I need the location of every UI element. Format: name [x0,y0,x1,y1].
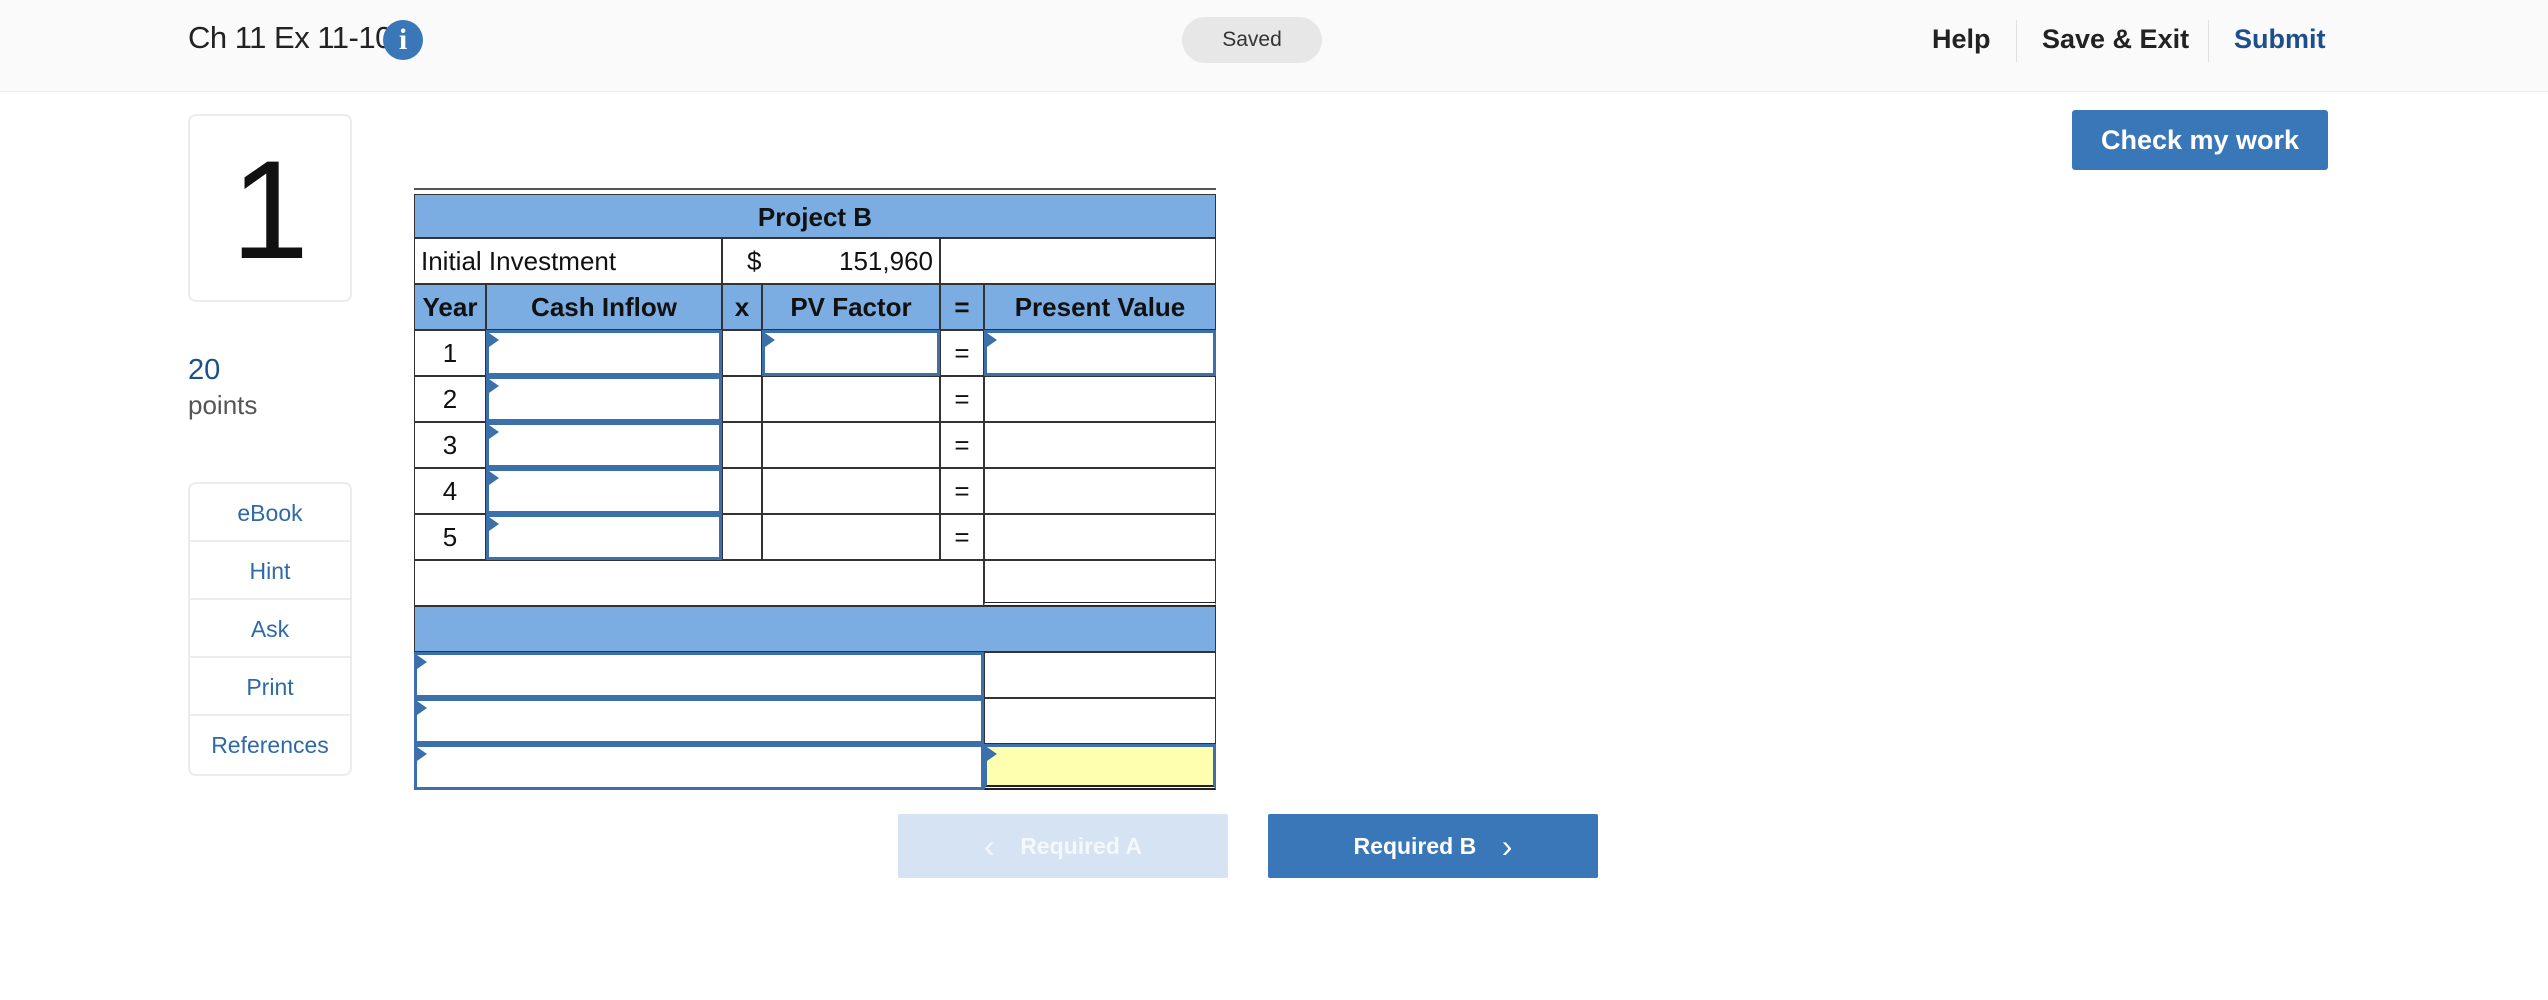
present-value-cell [984,422,1216,468]
present-value-cell [984,376,1216,422]
cash-inflow-input[interactable] [486,422,722,468]
save-exit-link[interactable]: Save & Exit [2042,24,2189,55]
input-marker-icon [489,379,499,393]
present-value-input[interactable] [984,330,1216,376]
pv-factor-cell [762,422,940,468]
required-b-label: Required B [1353,833,1477,859]
col-header-present-value: Present Value [984,284,1216,330]
summary-label-input[interactable] [414,652,984,698]
net-present-value-label-input[interactable] [414,744,984,790]
year-cell: 1 [414,330,486,376]
pv-factor-cell [762,376,940,422]
empty-cell [722,330,762,376]
tool-links: eBook Hint Ask Print References [188,482,352,776]
question-number: 1 [188,114,352,302]
total-present-value-cell [984,560,1216,606]
initial-investment-value: 151,960 [839,246,933,276]
cash-inflow-input[interactable] [486,514,722,560]
input-marker-icon [489,333,499,347]
chevron-right-icon: › [1501,828,1513,864]
ebook-link[interactable]: eBook [190,484,350,542]
summary-label-input[interactable] [414,698,984,744]
assignment-title: Ch 11 Ex 11-10 [188,20,392,55]
references-link[interactable]: References [190,716,350,774]
summary-value-cell [984,652,1216,698]
year-cell: 4 [414,468,486,514]
empty-cell [722,514,762,560]
cash-inflow-input[interactable] [486,330,722,376]
empty-cell [940,238,1216,284]
empty-cell [722,376,762,422]
pv-factor-cell [762,468,940,514]
col-header-pv-factor: PV Factor [762,284,940,330]
required-a-label: Required A [1020,833,1143,859]
present-value-cell [984,468,1216,514]
equals-cell: = [940,330,984,376]
col-header-times: x [722,284,762,330]
input-marker-icon [489,425,499,439]
input-marker-icon [417,655,427,669]
col-header-cash-inflow: Cash Inflow [486,284,722,330]
points-label: points [188,390,258,420]
table-title: Project B [414,194,1216,238]
cash-inflow-input[interactable] [486,376,722,422]
total-label-cell [414,560,984,606]
info-icon[interactable]: i [383,20,423,60]
ask-link[interactable]: Ask [190,600,350,658]
submit-link[interactable]: Submit [2234,24,2326,55]
currency-symbol: $ [747,246,762,276]
section-header [414,606,1216,652]
equals-cell: = [940,376,984,422]
input-marker-icon [489,471,499,485]
pv-factor-cell [762,514,940,560]
hint-link[interactable]: Hint [190,542,350,600]
input-marker-icon [765,333,775,347]
year-cell: 3 [414,422,486,468]
header-divider [2016,20,2017,62]
input-marker-icon [489,517,499,531]
input-marker-icon [417,747,427,761]
help-link[interactable]: Help [1932,24,1991,55]
year-cell: 2 [414,376,486,422]
top-bar: Ch 11 Ex 11-10 i Saved Help Save & Exit … [0,0,2548,92]
equals-cell: = [940,422,984,468]
required-b-button[interactable]: Required B › [1268,814,1598,878]
col-header-equals: = [940,284,984,330]
required-a-button[interactable]: ‹ Required A [898,814,1228,878]
saved-status-badge: Saved [1182,17,1322,63]
input-marker-icon [987,333,997,347]
summary-value-cell [984,698,1216,744]
initial-investment-cell: $ 151,960 [722,238,940,284]
equals-cell: = [940,468,984,514]
check-my-work-button[interactable]: Check my work [2072,110,2328,170]
initial-investment-label: Initial Investment [414,238,722,284]
empty-cell [722,422,762,468]
year-cell: 5 [414,514,486,560]
input-marker-icon [987,747,997,761]
equals-cell: = [940,514,984,560]
header-divider [2208,20,2209,62]
pv-factor-input[interactable] [762,330,940,376]
col-header-year: Year [414,284,486,330]
empty-cell [722,468,762,514]
net-present-value-input[interactable] [984,744,1216,790]
chevron-left-icon: ‹ [983,828,995,864]
npv-worksheet: Project B Initial Investment $ 151,960 Y… [414,188,1216,794]
print-link[interactable]: Print [190,658,350,716]
input-marker-icon [417,701,427,715]
cash-inflow-input[interactable] [486,468,722,514]
points-value: 20 [188,354,221,386]
present-value-cell [984,514,1216,560]
table-top-border [414,188,1216,190]
